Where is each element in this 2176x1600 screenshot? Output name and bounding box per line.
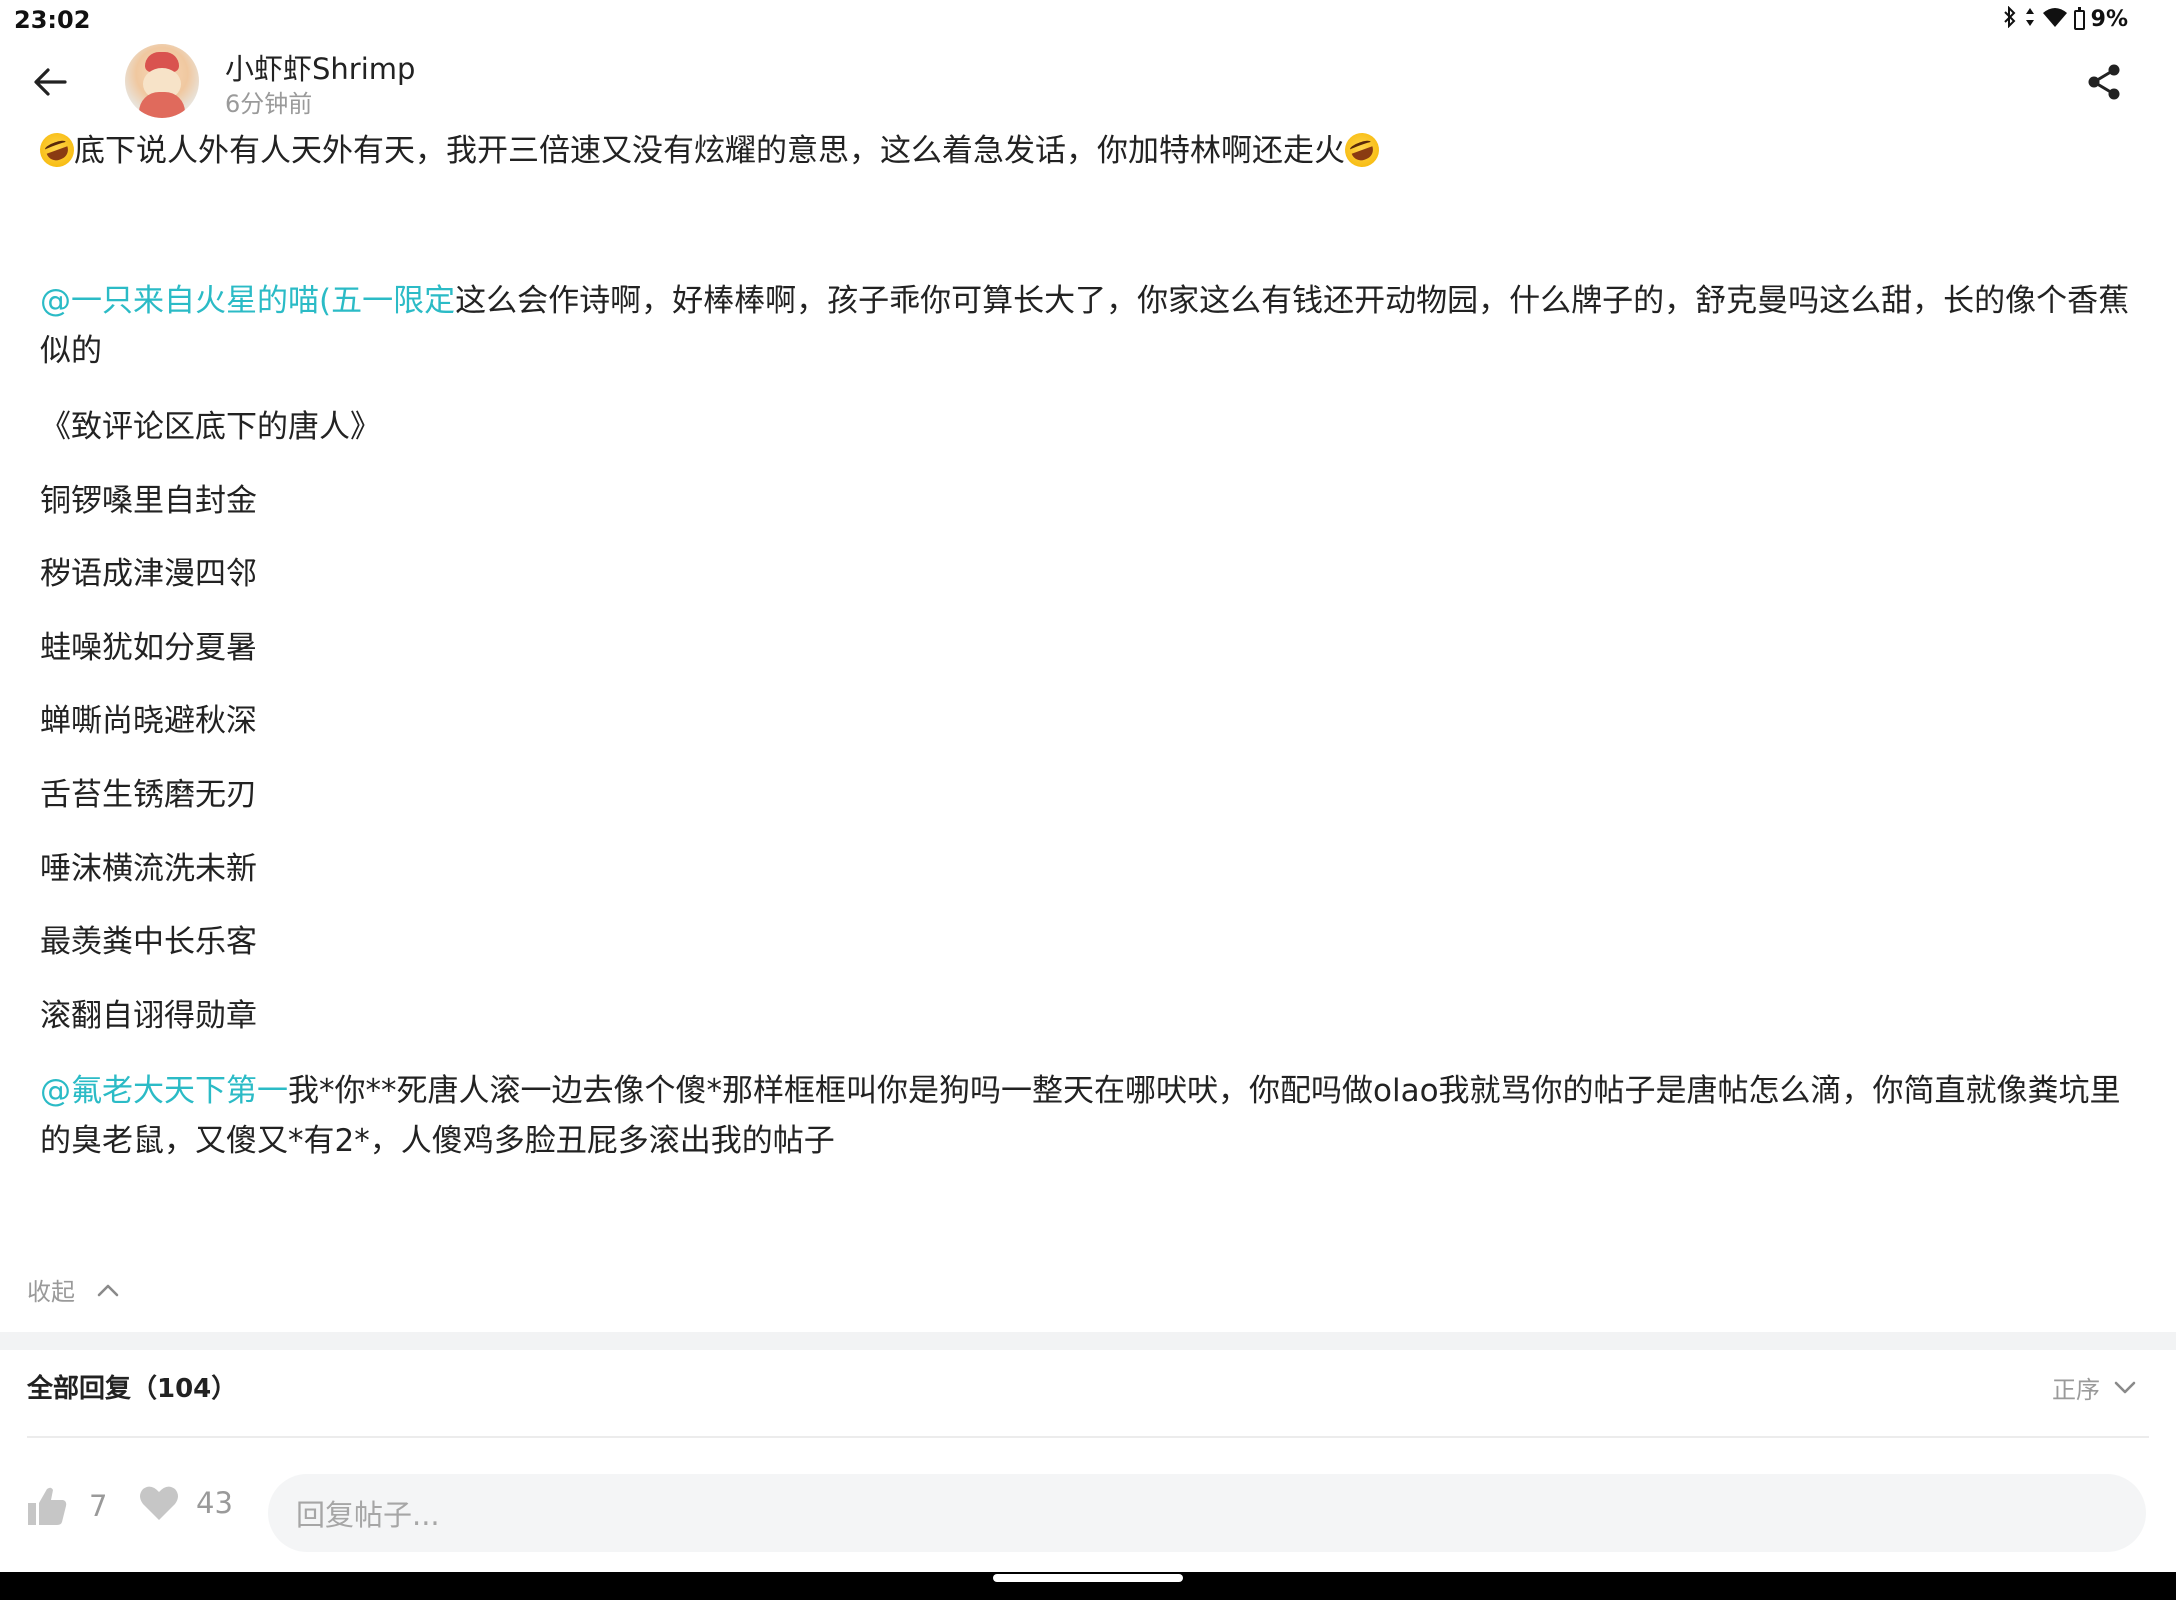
top-bar: 小虾虾Shrimp 6分钟前: [0, 42, 2176, 122]
mention-link-1[interactable]: @一只来自火星的喵(五一限定: [40, 283, 455, 319]
poem-line: 舌苔生锈磨无刃: [40, 777, 257, 813]
wifi-icon: [2042, 6, 2068, 33]
share-icon: [2088, 64, 2120, 100]
status-icons: 9%: [2002, 5, 2128, 33]
mention-link-2[interactable]: @氟老大天下第一: [40, 1073, 288, 1109]
section-divider: [0, 1332, 2176, 1350]
post-intro: 底下说人外有人天外有天，我开三倍速又没有炫耀的意思，这么着急发话，你加特林啊还走…: [35, 126, 2130, 176]
rofl-emoji-icon: [1340, 128, 1384, 172]
poem-line: 最羡粪中长乐客: [40, 924, 257, 960]
back-arrow-icon: [34, 68, 67, 96]
collapse-label: 收起: [27, 1278, 75, 1306]
favorite-count: 43: [196, 1486, 233, 1520]
avatar[interactable]: [125, 44, 199, 118]
battery-icon: [2073, 6, 2085, 30]
poem-line: 滚翻自诩得勋章: [40, 998, 257, 1034]
reply-paragraph-1: @一只来自火星的喵(五一限定这么会作诗啊，好棒棒啊，孩子乖你可算长大了，你家这么…: [40, 276, 2130, 376]
poem-line: 唾沫横流洗未新: [40, 851, 257, 887]
author-name[interactable]: 小虾虾Shrimp: [225, 46, 415, 88]
collapse-button[interactable]: 收起: [27, 1272, 119, 1307]
rofl-emoji-icon: [35, 128, 79, 172]
favorite-button[interactable]: 43: [138, 1484, 233, 1522]
heart-icon: [140, 1486, 178, 1520]
bluetooth-icon: [2002, 5, 2018, 33]
poem-line: 铜锣嗓里自封金: [40, 483, 257, 519]
share-button[interactable]: [2080, 58, 2128, 106]
status-bar: 23:02 9%: [0, 0, 2176, 42]
poem-line: 蝉嘶尚晓避秋深: [40, 703, 257, 739]
replies-title: 全部回复（104）: [27, 1374, 238, 1404]
thumbs-up-icon: [28, 1487, 67, 1525]
data-arrows-icon: [2024, 6, 2036, 33]
status-time: 23:02: [14, 6, 91, 34]
post-intro-text: 底下说人外有人天外有天，我开三倍速又没有炫耀的意思，这么着急发话，你加特林啊还走…: [74, 133, 1345, 169]
chevron-down-icon: [2114, 1381, 2136, 1393]
like-count: 7: [89, 1489, 108, 1523]
post-time: 6分钟前: [225, 90, 313, 118]
poem-line: 蛙噪犹如分夏暑: [40, 630, 257, 666]
poem-line: 秽语成津漫四邻: [40, 556, 257, 592]
reply-text-2: 我*你**死唐人滚一边去像个傻*那样框框叫你是狗吗一整天在哪吠吠，你配吗做ola…: [40, 1073, 2121, 1159]
sort-label: 正序: [2052, 1376, 2100, 1404]
like-button[interactable]: 7: [25, 1484, 107, 1528]
home-gesture-handle[interactable]: [993, 1574, 1183, 1582]
sort-dropdown[interactable]: 正序: [2052, 1370, 2136, 1405]
reply-paragraph-2: @氟老大天下第一我*你**死唐人滚一边去像个傻*那样框框叫你是狗吗一整天在哪吠吠…: [40, 1066, 2130, 1166]
battery-percent: 9%: [2090, 7, 2128, 32]
divider-line: [27, 1436, 2149, 1438]
chevron-up-icon: [97, 1284, 119, 1296]
reply-placeholder: 回复帖子...: [296, 1498, 440, 1532]
reply-input[interactable]: 回复帖子...: [268, 1474, 2146, 1552]
poem-title: 《致评论区底下的唐人》: [40, 409, 381, 445]
back-button[interactable]: [26, 58, 74, 106]
